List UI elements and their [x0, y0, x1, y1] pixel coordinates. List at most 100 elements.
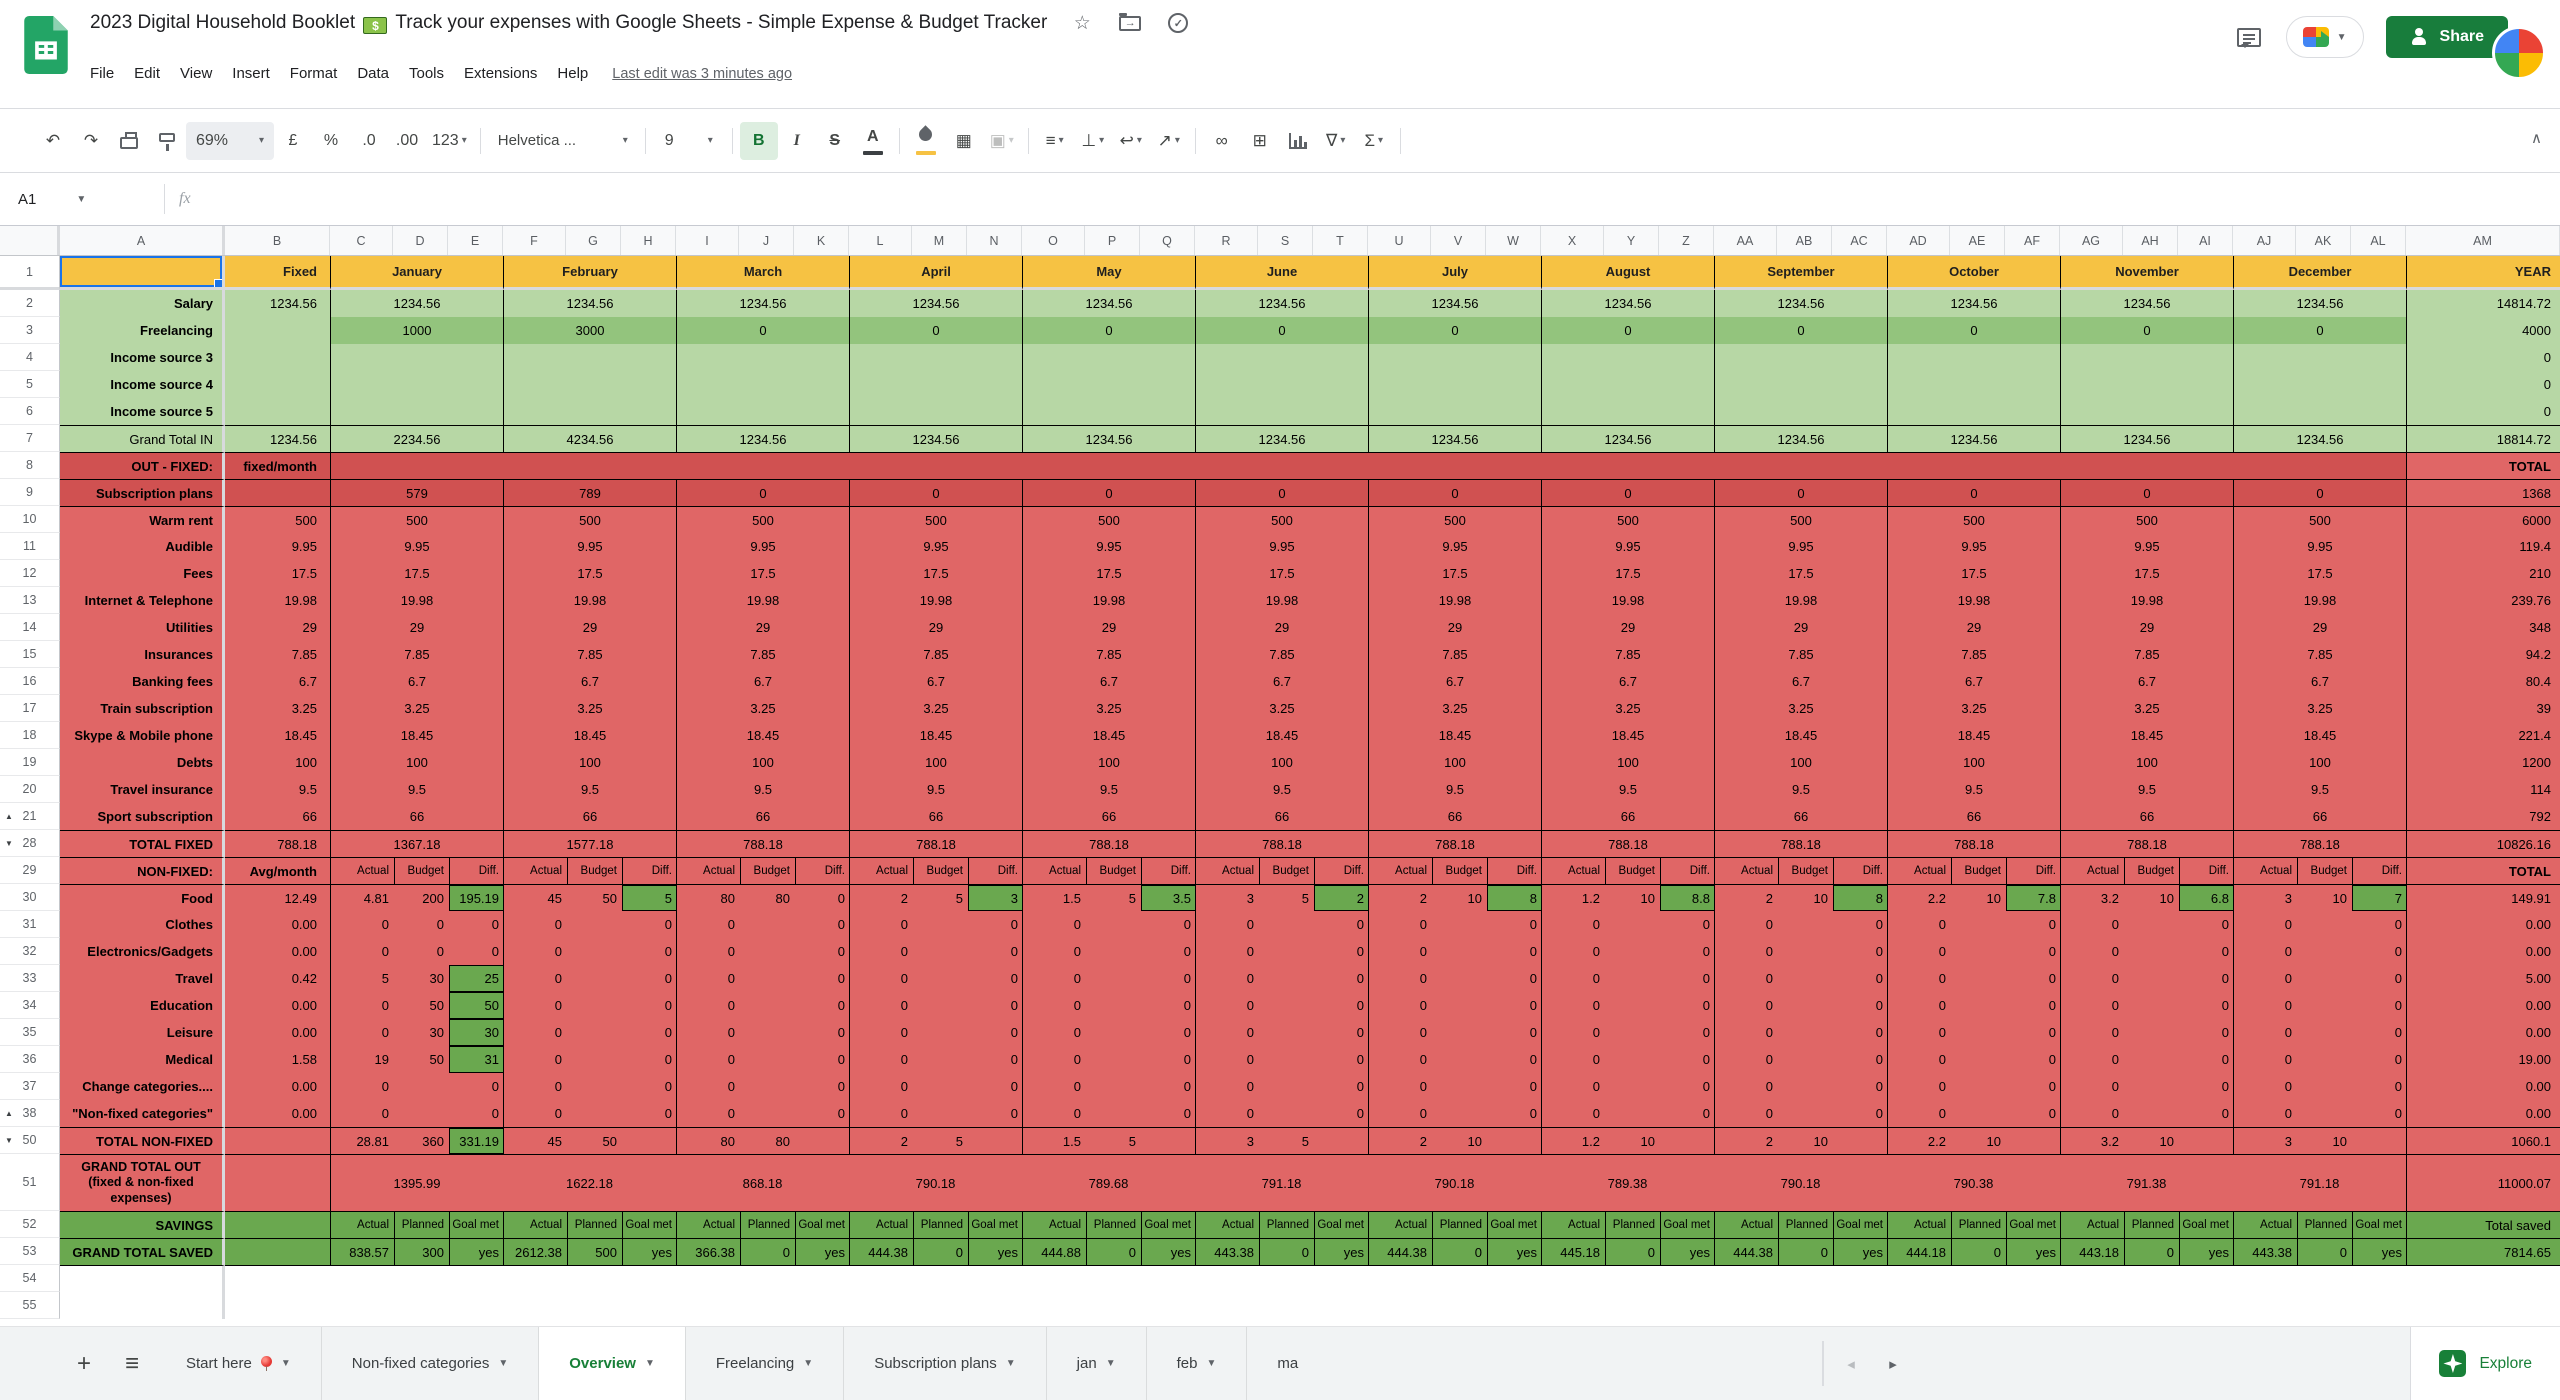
cell[interactable]: Actual: [1023, 1212, 1086, 1238]
cell[interactable]: [913, 1100, 968, 1127]
cell[interactable]: 0: [1487, 965, 1542, 992]
cell[interactable]: [1605, 1046, 1660, 1073]
cell[interactable]: 0.00: [2406, 1073, 2560, 1100]
cell[interactable]: [2124, 911, 2179, 938]
cell[interactable]: [1487, 1128, 1542, 1154]
cell[interactable]: [740, 1046, 795, 1073]
cell[interactable]: 29: [330, 614, 503, 641]
cell[interactable]: 7.85: [1541, 641, 1714, 668]
cell[interactable]: 9.5: [2233, 776, 2406, 803]
cell[interactable]: [1368, 344, 1541, 371]
sheets-logo-icon[interactable]: [24, 16, 68, 79]
cell[interactable]: 29: [676, 614, 849, 641]
cell[interactable]: 0: [2060, 317, 2233, 344]
cell[interactable]: [2124, 1073, 2179, 1100]
cell[interactable]: 1060.1: [2406, 1127, 2560, 1154]
cell[interactable]: 0: [1951, 1239, 2006, 1265]
cell[interactable]: 0: [795, 885, 850, 911]
cell[interactable]: 9.95: [1714, 533, 1887, 560]
cell[interactable]: [2297, 1100, 2352, 1127]
meet-button[interactable]: ▼: [2286, 16, 2364, 58]
cell[interactable]: 17.5: [849, 560, 1022, 587]
cell[interactable]: 30: [394, 965, 449, 992]
cell[interactable]: YEAR: [2406, 256, 2560, 290]
column-header-O[interactable]: O: [1022, 226, 1085, 255]
cell[interactable]: [913, 965, 968, 992]
cell[interactable]: 9.95: [1541, 533, 1714, 560]
row-header-8[interactable]: 8: [0, 452, 60, 479]
cell[interactable]: Actual: [1542, 1212, 1605, 1238]
cell[interactable]: 94.2: [2406, 641, 2560, 668]
cell[interactable]: 0: [677, 1019, 740, 1046]
cell[interactable]: 0.00: [2406, 911, 2560, 938]
cell[interactable]: 7.85: [1714, 641, 1887, 668]
cell[interactable]: 6.8: [2179, 885, 2234, 911]
cell[interactable]: [1086, 1073, 1141, 1100]
cell[interactable]: [2297, 911, 2352, 938]
cell[interactable]: 9.95: [1368, 533, 1541, 560]
cell[interactable]: [330, 1292, 2511, 1319]
cell[interactable]: Budget: [1086, 858, 1141, 884]
cell[interactable]: [1432, 1046, 1487, 1073]
cell[interactable]: 0: [1369, 1073, 1432, 1100]
cell[interactable]: 0: [1833, 938, 1888, 965]
cell[interactable]: 29: [225, 614, 330, 641]
cell[interactable]: [330, 1265, 2511, 1292]
cell[interactable]: 80: [740, 1128, 795, 1154]
cell[interactable]: [1432, 1019, 1487, 1046]
cell[interactable]: Planned: [1259, 1212, 1314, 1238]
cell[interactable]: 0: [849, 479, 1022, 506]
cell[interactable]: 10: [2124, 885, 2179, 911]
italic-button[interactable]: I: [778, 122, 816, 160]
cell[interactable]: 0: [2179, 911, 2234, 938]
cell[interactable]: 3.5: [1141, 885, 1196, 911]
cell[interactable]: 3.25: [1368, 695, 1541, 722]
cell[interactable]: 1234.56: [849, 425, 1022, 452]
cell[interactable]: 0: [1023, 911, 1086, 938]
cell[interactable]: 0: [740, 1239, 795, 1265]
menu-format[interactable]: Format: [280, 58, 348, 89]
cell[interactable]: Actual: [1196, 1212, 1259, 1238]
cell[interactable]: 0: [1487, 911, 1542, 938]
cell[interactable]: Budget: [913, 858, 968, 884]
cell[interactable]: 100: [2233, 749, 2406, 776]
move-to-folder-icon[interactable]: →: [1117, 10, 1143, 36]
cell[interactable]: [2511, 1292, 2560, 1319]
text-rotation-icon[interactable]: ↗▾: [1150, 122, 1188, 160]
cell[interactable]: 0: [1888, 992, 1951, 1019]
cell[interactable]: 66: [330, 803, 503, 830]
cell[interactable]: 0: [1888, 938, 1951, 965]
cell[interactable]: 0.00: [2406, 992, 2560, 1019]
cell[interactable]: 0: [850, 1100, 913, 1127]
cell[interactable]: 29: [1368, 614, 1541, 641]
cell[interactable]: 18.45: [1195, 722, 1368, 749]
cell[interactable]: yes: [968, 1239, 1023, 1265]
cell[interactable]: 500: [330, 506, 503, 533]
cell[interactable]: 500: [849, 506, 1022, 533]
row-header-17[interactable]: 17: [0, 695, 60, 722]
cell[interactable]: 2: [850, 885, 913, 911]
cell[interactable]: [795, 1128, 850, 1154]
cell[interactable]: 0: [1542, 1100, 1605, 1127]
cell[interactable]: 50: [567, 885, 622, 911]
cell[interactable]: 0: [1314, 965, 1369, 992]
cell[interactable]: 0: [2006, 911, 2061, 938]
cell[interactable]: [1368, 371, 1541, 398]
cell[interactable]: 0: [1888, 965, 1951, 992]
cell[interactable]: Actual: [1888, 1212, 1951, 1238]
cell[interactable]: 1234.56: [1368, 425, 1541, 452]
cell[interactable]: 19.98: [225, 587, 330, 614]
cell[interactable]: 6.7: [1368, 668, 1541, 695]
cell[interactable]: 7.85: [676, 641, 849, 668]
cell[interactable]: 119.4: [2406, 533, 2560, 560]
cell[interactable]: 7.85: [1195, 641, 1368, 668]
cell[interactable]: yes: [2006, 1239, 2061, 1265]
cell[interactable]: 0: [449, 1100, 504, 1127]
cell[interactable]: Budget: [567, 858, 622, 884]
cell[interactable]: 80.4: [2406, 668, 2560, 695]
cell[interactable]: Goal met: [622, 1212, 677, 1238]
cell[interactable]: [2060, 371, 2233, 398]
cell[interactable]: 3.25: [1195, 695, 1368, 722]
cell[interactable]: [2124, 992, 2179, 1019]
cell[interactable]: [740, 1100, 795, 1127]
